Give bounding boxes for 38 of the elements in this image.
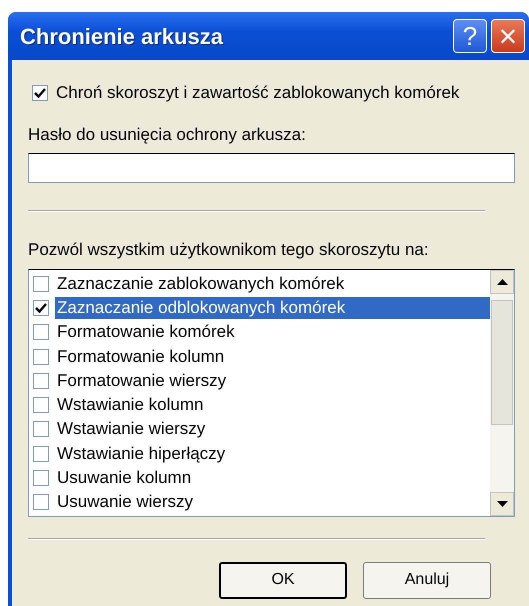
up-arrow-icon bbox=[496, 278, 508, 284]
scrollbar[interactable] bbox=[490, 270, 514, 516]
list-item[interactable]: Formatowanie komórek bbox=[55, 321, 237, 344]
cancel-button[interactable]: Anuluj bbox=[363, 562, 491, 598]
ok-button[interactable]: OK bbox=[219, 562, 347, 598]
field-label: Hasło do usunięcia ochrony arkusza: bbox=[28, 124, 307, 146]
password-field[interactable] bbox=[28, 153, 515, 183]
checkmark-icon bbox=[35, 302, 47, 314]
list-item[interactable]: Formatowanie kolumn bbox=[55, 346, 226, 368]
checkmark-icon bbox=[34, 86, 46, 99]
checkbox[interactable] bbox=[33, 470, 49, 486]
list-item[interactable]: Zaznaczanie odblokowanych komórek bbox=[55, 296, 490, 319]
checkbox[interactable] bbox=[33, 494, 49, 510]
list-item[interactable]: Wstawianie kolumn bbox=[55, 394, 206, 416]
scroll-up-button[interactable] bbox=[490, 270, 514, 294]
list-item[interactable]: Wstawianie hiperłączy bbox=[55, 442, 228, 465]
checkbox[interactable] bbox=[32, 84, 48, 101]
checkbox[interactable] bbox=[33, 300, 49, 316]
checkbox[interactable] bbox=[33, 446, 49, 462]
list-item[interactable]: Wstawianie wierszy bbox=[55, 418, 208, 440]
list-item[interactable]: Formatowanie wierszy bbox=[55, 370, 228, 392]
close-button[interactable]: × bbox=[491, 19, 525, 53]
list-item[interactable]: Usuwanie wierszy bbox=[55, 491, 196, 514]
checkbox[interactable] bbox=[33, 421, 49, 438]
window-title: Chronienie arkusza bbox=[20, 22, 223, 50]
list-item[interactable]: Usuwanie kolumn bbox=[55, 467, 194, 490]
checkbox[interactable] bbox=[33, 397, 49, 414]
scroll-down-button[interactable] bbox=[490, 492, 514, 516]
list-item[interactable]: Zaznaczanie zablokowanych komórek bbox=[55, 272, 346, 295]
scroll-thumb[interactable] bbox=[491, 300, 513, 424]
help-button[interactable]: ? bbox=[453, 19, 487, 53]
checkbox[interactable] bbox=[33, 324, 49, 340]
checkbox[interactable] bbox=[33, 348, 49, 365]
checkbox[interactable] bbox=[33, 372, 49, 389]
checkbox-label[interactable]: Chroń skoroszyt i zawartość zablokowanych komórek bbox=[56, 80, 460, 106]
checkbox[interactable] bbox=[33, 276, 49, 292]
down-arrow-icon bbox=[496, 500, 508, 506]
list-label: Pozwól wszystkim użytkownikom tego skoroszytu na: bbox=[28, 239, 430, 261]
